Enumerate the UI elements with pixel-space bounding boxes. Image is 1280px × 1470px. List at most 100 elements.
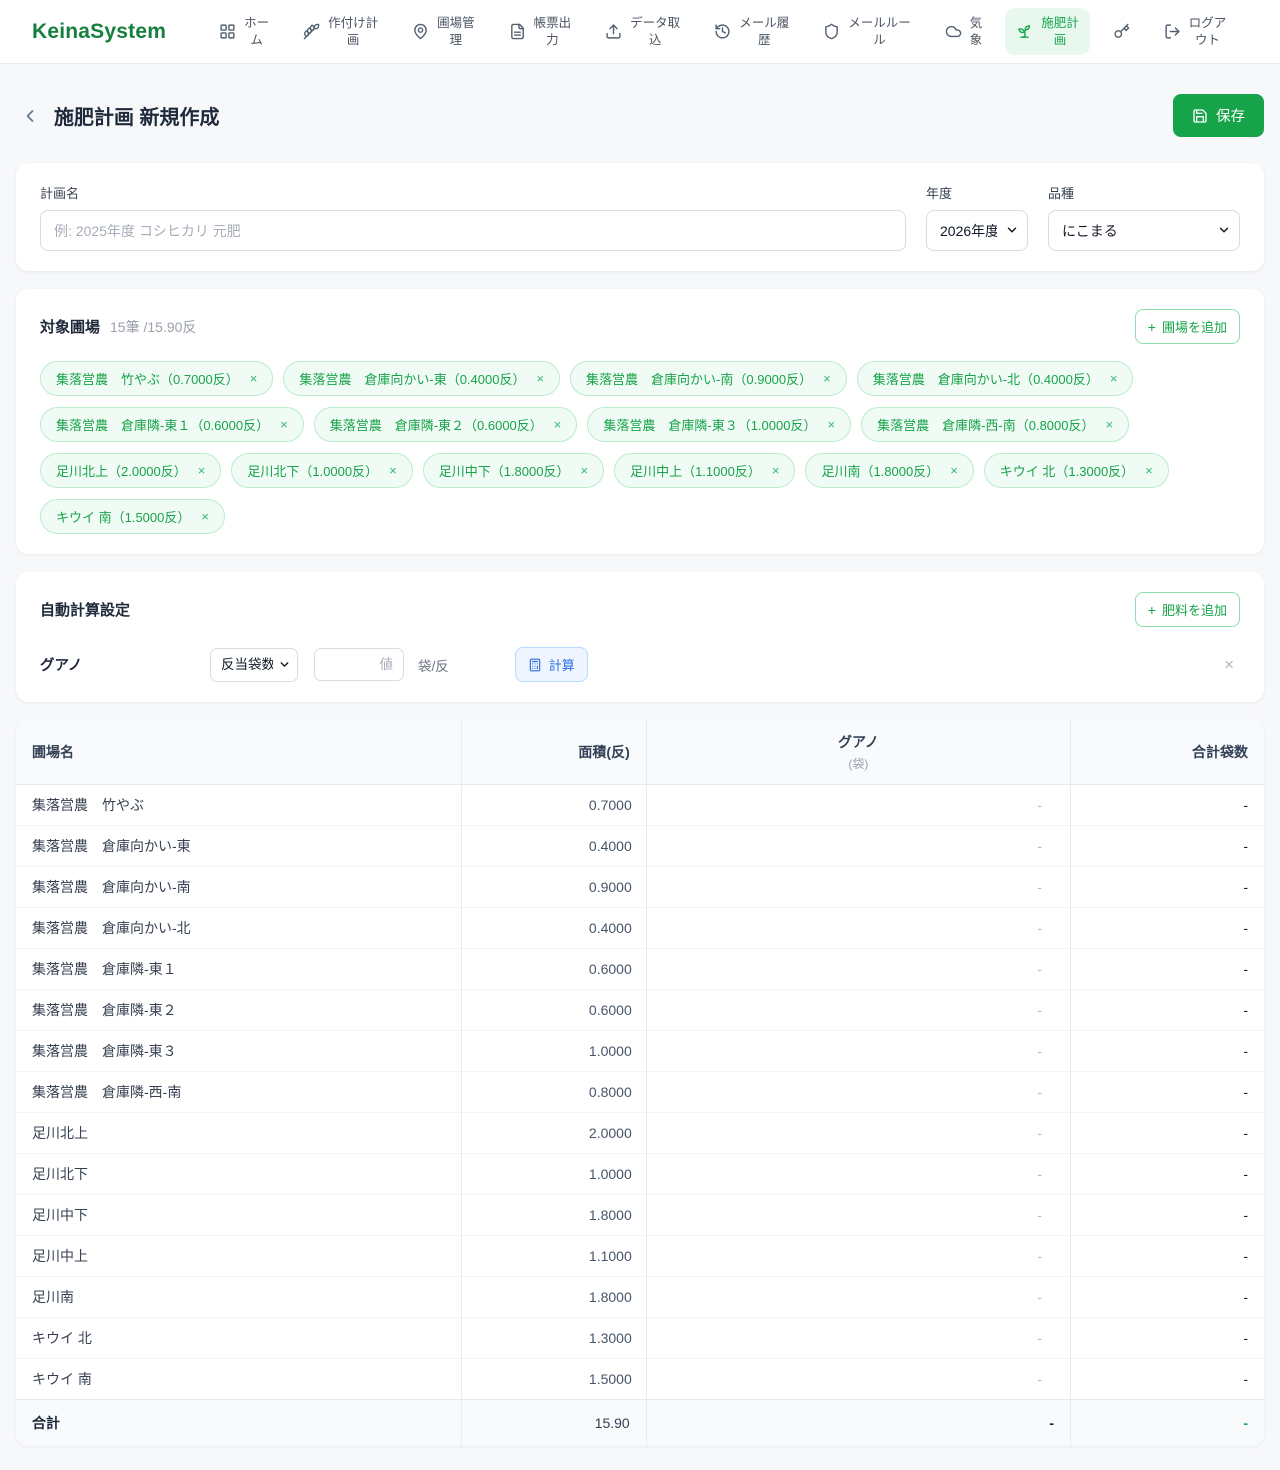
calculate-button[interactable]: 計算	[514, 647, 588, 682]
calc-mode-select[interactable]: 反当袋数	[210, 647, 298, 682]
year-label: 年度	[926, 186, 953, 201]
cell-total: -	[1070, 989, 1264, 1031]
table-row: 足川中上 1.1000- -	[16, 1235, 1264, 1277]
field-chip: キウイ 北（1.3000反） ×	[983, 453, 1169, 488]
back-button[interactable]	[16, 102, 44, 130]
plan-name-label: 計画名	[40, 186, 80, 201]
table-row: 足川南 1.8000- -	[16, 1276, 1264, 1318]
chip-remove-icon[interactable]: ×	[827, 417, 835, 432]
field-chip: 集落営農 竹やぶ（0.7000反） ×	[40, 361, 274, 396]
page-title: 施肥計画 新規作成	[54, 107, 220, 129]
plus-icon: +	[1147, 318, 1156, 335]
cell-area: 0.8000	[461, 1071, 647, 1113]
nav-item-report-output[interactable]: 帳票出 力	[498, 8, 583, 56]
chip-remove-icon[interactable]: ×	[536, 371, 544, 386]
variety-label: 品種	[1048, 186, 1075, 201]
cell-field-name: キウイ 北	[16, 1317, 462, 1359]
cell-guano: -	[645, 866, 1071, 908]
cell-area: 0.4000	[461, 825, 647, 867]
add-field-button[interactable]: + 圃場を追加	[1134, 309, 1240, 344]
save-button[interactable]: 保存	[1173, 94, 1264, 137]
field-chip: 集落営農 倉庫隣-西-南（0.8000反） ×	[861, 407, 1130, 442]
chip-remove-icon[interactable]: ×	[1145, 463, 1153, 478]
field-chip: 足川中上（1.1000反） ×	[614, 453, 796, 488]
add-fertilizer-button-label: 肥料を追加	[1161, 603, 1227, 618]
chip-remove-icon[interactable]: ×	[389, 463, 397, 478]
nav-item-mail-history[interactable]: メール履 歴	[703, 8, 800, 56]
year-select[interactable]: 2026年度	[926, 210, 1028, 251]
cell-field-name: 足川北下	[16, 1153, 462, 1195]
add-fertilizer-button[interactable]: + 肥料を追加	[1134, 592, 1240, 627]
nav-item-weather[interactable]: 気 象	[934, 8, 994, 56]
nav-item-fertilization-plan[interactable]: 施肥計 画	[1005, 7, 1090, 56]
fertilizer-row: グアノ 反当袋数 袋/反 計算 ×	[40, 647, 1240, 682]
total-area: 15.90	[461, 1399, 647, 1446]
cell-total: -	[1070, 784, 1264, 826]
nav-item-field-management[interactable]: 圃場管 理	[401, 8, 486, 56]
cell-guano: -	[645, 948, 1071, 990]
col-header-area: 面積(反)	[461, 720, 647, 785]
chip-remove-icon[interactable]: ×	[250, 371, 258, 386]
field-chip-list: 集落営農 竹やぶ（0.7000反） × 集落営農 倉庫向かい-東（0.4000反）…	[40, 361, 1240, 534]
field-chip: 集落営農 倉庫向かい-東（0.4000反） ×	[283, 361, 561, 396]
field-chip-label: 足川北上（2.0000反）	[56, 464, 187, 479]
table-row: 集落営農 倉庫向かい-南 0.9000- -	[16, 866, 1264, 908]
chip-remove-icon[interactable]: ×	[1105, 417, 1113, 432]
nav-item-logout[interactable]: ログア ウト	[1153, 8, 1238, 56]
key-icon	[1113, 23, 1130, 40]
grid-icon	[219, 23, 236, 40]
chip-remove-icon[interactable]: ×	[823, 371, 831, 386]
field-chip: 足川中下（1.8000反） ×	[422, 453, 605, 488]
field-chip: 足川北下（1.0000反） ×	[231, 453, 413, 488]
chip-remove-icon[interactable]: ×	[1110, 371, 1118, 386]
col-header-guano-unit: (袋)	[848, 757, 869, 771]
field-chip-label: 足川南（1.8000反）	[821, 464, 940, 479]
chip-remove-icon[interactable]: ×	[554, 417, 562, 432]
table-row: 集落営農 倉庫向かい-東 0.4000- -	[16, 825, 1264, 867]
cell-field-name: 集落営農 倉庫隣-東２	[16, 989, 462, 1031]
cell-area: 1.8000	[461, 1276, 647, 1318]
calc-value-input[interactable]	[314, 648, 404, 681]
plan-name-input[interactable]	[40, 210, 906, 251]
variety-select[interactable]: にこまる	[1048, 210, 1240, 251]
map-pin-icon	[412, 23, 429, 40]
table-row: 集落営農 竹やぶ 0.7000- -	[16, 784, 1264, 826]
cell-guano: -	[645, 1235, 1071, 1277]
nav-item-home[interactable]: ホー ム	[208, 8, 280, 56]
cell-field-name: 集落営農 倉庫隣-東１	[16, 948, 462, 990]
nav-item-label: メール履 歴	[739, 15, 790, 47]
chevron-left-icon	[20, 106, 40, 126]
chip-remove-icon[interactable]: ×	[580, 463, 588, 478]
cell-guano: -	[645, 1317, 1071, 1359]
table-row: 集落営農 倉庫隣-東１ 0.6000- -	[16, 948, 1264, 990]
chip-remove-icon[interactable]: ×	[198, 463, 206, 478]
cell-guano: -	[645, 1153, 1071, 1195]
cell-field-name: キウイ 南	[16, 1358, 462, 1400]
chip-remove-icon[interactable]: ×	[950, 463, 958, 478]
cell-field-name: 足川南	[16, 1276, 462, 1318]
field-chip: 足川南（1.8000反） ×	[805, 453, 974, 488]
cell-total: -	[1070, 1317, 1264, 1359]
cell-field-name: 集落営農 倉庫隣-西-南	[16, 1071, 462, 1113]
field-chip-label: 集落営農 倉庫隣-東２（0.6000反）	[329, 418, 543, 433]
cell-field-name: 集落営農 倉庫隣-東３	[16, 1030, 462, 1072]
chip-remove-icon[interactable]: ×	[201, 509, 209, 524]
nav-item-data-import[interactable]: データ取 込	[594, 8, 691, 56]
logout-icon	[1164, 23, 1181, 40]
nav-items: ホー ム 作付け計 画 圃場管 理 帳票出 力 データ取 込 メール履 歴 メー…	[208, 7, 1238, 56]
fertilizer-name: グアノ	[40, 658, 83, 674]
field-chip-label: 足川中上（1.1000反）	[630, 464, 761, 479]
nav-item-key[interactable]	[1102, 16, 1141, 47]
table-row: 集落営農 倉庫隣-東２ 0.6000- -	[16, 989, 1264, 1031]
cell-area: 1.3000	[461, 1317, 647, 1359]
nav-item-mail-rules[interactable]: メールルー ル	[812, 8, 922, 56]
cell-area: 0.9000	[461, 866, 647, 908]
chip-remove-icon[interactable]: ×	[772, 463, 780, 478]
cell-area: 1.0000	[461, 1030, 647, 1072]
remove-fertilizer-icon[interactable]: ×	[1218, 653, 1240, 677]
brand-logo[interactable]: KeinaSystem	[32, 20, 166, 44]
nav-item-cropping-plan[interactable]: 作付け計 画	[292, 8, 389, 56]
chip-remove-icon[interactable]: ×	[280, 417, 288, 432]
nav-item-label: 圃場管 理	[437, 15, 475, 47]
field-chip-label: 集落営農 倉庫向かい-北（0.4000反）	[872, 372, 1099, 387]
